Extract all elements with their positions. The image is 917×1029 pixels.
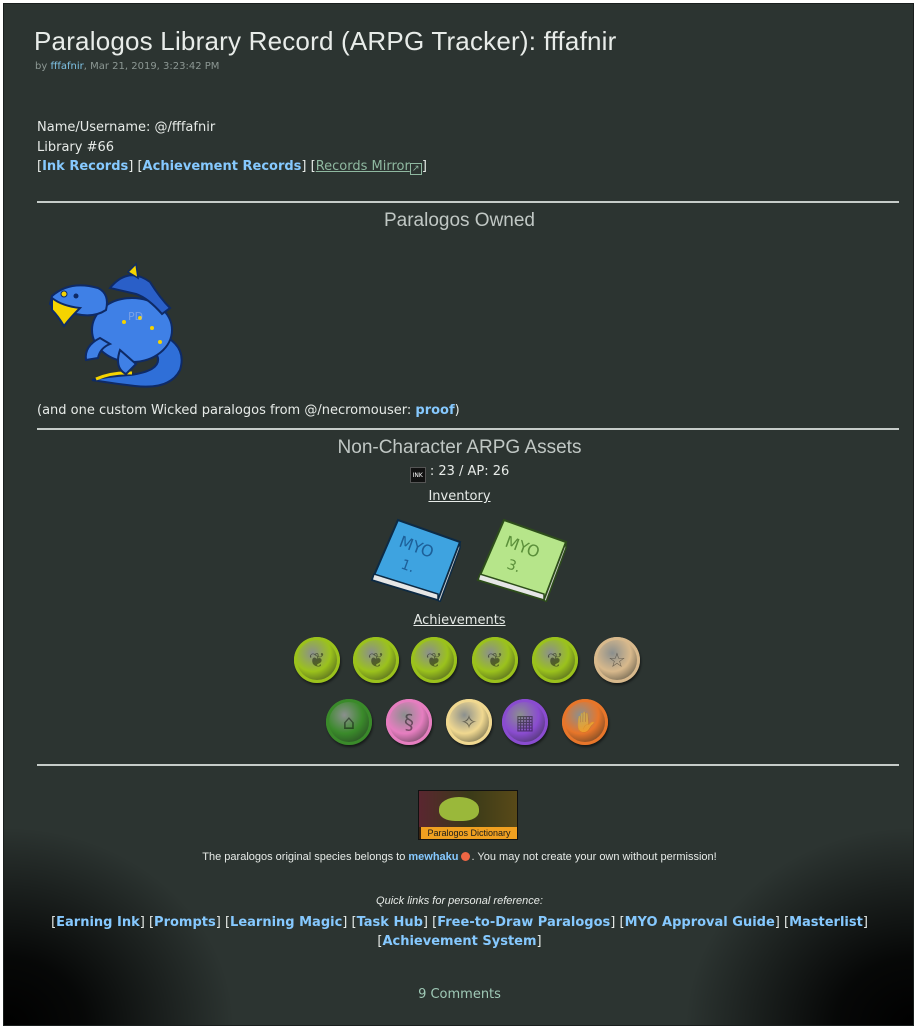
quick-links-label: Quick links for personal reference: [376, 895, 543, 907]
quick-link-item: [Task Hub] [351, 915, 433, 930]
arpg-assets-heading: Non-Character ARPG Assets [337, 437, 582, 458]
quick-link-item: [Earning Ink] [51, 915, 149, 930]
post-title: Paralogos Library Record (ARPG Tracker):… [34, 26, 617, 56]
myo-book-blue-icon[interactable]: MYO 1. [368, 516, 464, 602]
quick-link-item: [Free-to-Draw Paralogos] [432, 915, 620, 930]
paralogos-owned-heading: Paralogos Owned [383, 210, 536, 231]
quick-link-item: [Prompts] [148, 915, 225, 930]
proof-link[interactable]: proof [415, 403, 454, 418]
quick-link-earning-ink[interactable]: Earning Ink [56, 915, 140, 930]
currency-values: : 23 / AP: 26 [429, 464, 510, 479]
species-owner-link[interactable]: mewhaku [408, 851, 458, 863]
house-badge-icon[interactable]: ⌂ [326, 699, 372, 745]
species-prefix: The paralogos original species belongs t… [202, 851, 409, 863]
post-date: , Mar 21, 2019, 3:23:42 PM [83, 61, 220, 72]
post-byline: by fffafnir, Mar 21, 2019, 3:23:42 PM [35, 61, 219, 72]
sprout-badge-icon[interactable]: ❦ [411, 637, 457, 683]
divider [37, 428, 899, 430]
divider [37, 201, 899, 203]
quick-link-masterlist[interactable]: Masterlist [789, 915, 863, 930]
owner-badge-icon [460, 852, 470, 861]
quick-link-item: [MYO Approval Guide] [619, 915, 784, 930]
external-link-icon: ↗ [409, 163, 422, 175]
quick-link-item: [Achievement System] [377, 934, 542, 949]
quick-link-item: [Masterlist] [784, 915, 868, 930]
quick-link-prompts[interactable]: Prompts [154, 915, 216, 930]
user-info: Name/Username: @/fffafnir Library #66 [I… [37, 118, 427, 177]
ink-icon: INK [409, 467, 426, 483]
sprout-badge-icon[interactable]: ❦ [353, 637, 399, 683]
username-line: Name/Username: @/fffafnir [37, 120, 216, 135]
custom-paralogos-note: (and one custom Wicked paralogos from @/… [37, 403, 460, 418]
quick-link-learning-magic[interactable]: Learning Magic [230, 915, 342, 930]
sprout-badge-icon[interactable]: ❦ [294, 637, 340, 683]
records-mirror-link[interactable]: Records Mirror [316, 159, 410, 174]
paralogos-dictionary-banner[interactable]: Paralogos Dictionary [418, 790, 518, 840]
paralogos-character-image[interactable]: PD [40, 258, 190, 390]
author-link[interactable]: fffafnir [50, 61, 83, 72]
comments-link[interactable]: 9 Comments [4, 987, 913, 1002]
quick-link-myo-approval-guide[interactable]: MYO Approval Guide [625, 915, 775, 930]
quick-links: [Earning Ink] [Prompts] [Learning Magic]… [4, 913, 913, 951]
custom-note-suffix: ) [454, 403, 460, 418]
by-label: by [35, 61, 48, 72]
quick-link-free-to-draw-paralogos[interactable]: Free-to-Draw Paralogos [437, 915, 610, 930]
handshake-badge-icon[interactable]: ✋ [562, 699, 608, 745]
quick-link-task-hub[interactable]: Task Hub [357, 915, 423, 930]
library-number: Library #66 [37, 139, 115, 155]
sprout-badge-icon[interactable]: ❦ [472, 637, 518, 683]
record-links: [Ink Records] [Achievement Records] [Rec… [37, 159, 427, 175]
achievement-records-link[interactable]: Achievement Records [143, 159, 302, 174]
currency-line: INK : 23 / AP: 26 [4, 464, 913, 483]
ink-records-link[interactable]: Ink Records [42, 159, 128, 174]
myo-book-green-icon[interactable]: MYO 3. [474, 516, 570, 602]
rune-badge-icon[interactable]: ✧ [446, 699, 492, 745]
quick-link-item: [Learning Magic] [224, 915, 352, 930]
star-badge-icon[interactable]: ☆ [594, 637, 640, 683]
journal-frame: Paralogos Library Record (ARPG Tracker):… [3, 3, 914, 1026]
species-suffix: . You may not create your own without pe… [471, 851, 717, 863]
inventory-label: Inventory [428, 489, 491, 504]
achievements-label: Achievements [413, 613, 506, 628]
custom-note-text: (and one custom Wicked paralogos from @/… [37, 403, 416, 418]
calendar-badge-icon[interactable]: ▦ [502, 699, 548, 745]
dragon-badge-icon[interactable]: § [386, 699, 432, 745]
species-notice: The paralogos original species belongs t… [4, 851, 913, 863]
banner-label: Paralogos Dictionary [421, 827, 517, 839]
svg-text:PD: PD [128, 310, 143, 323]
quick-link-achievement-system[interactable]: Achievement System [382, 934, 536, 949]
sprout-badge-icon[interactable]: ❦ [532, 637, 578, 683]
divider [37, 764, 899, 766]
